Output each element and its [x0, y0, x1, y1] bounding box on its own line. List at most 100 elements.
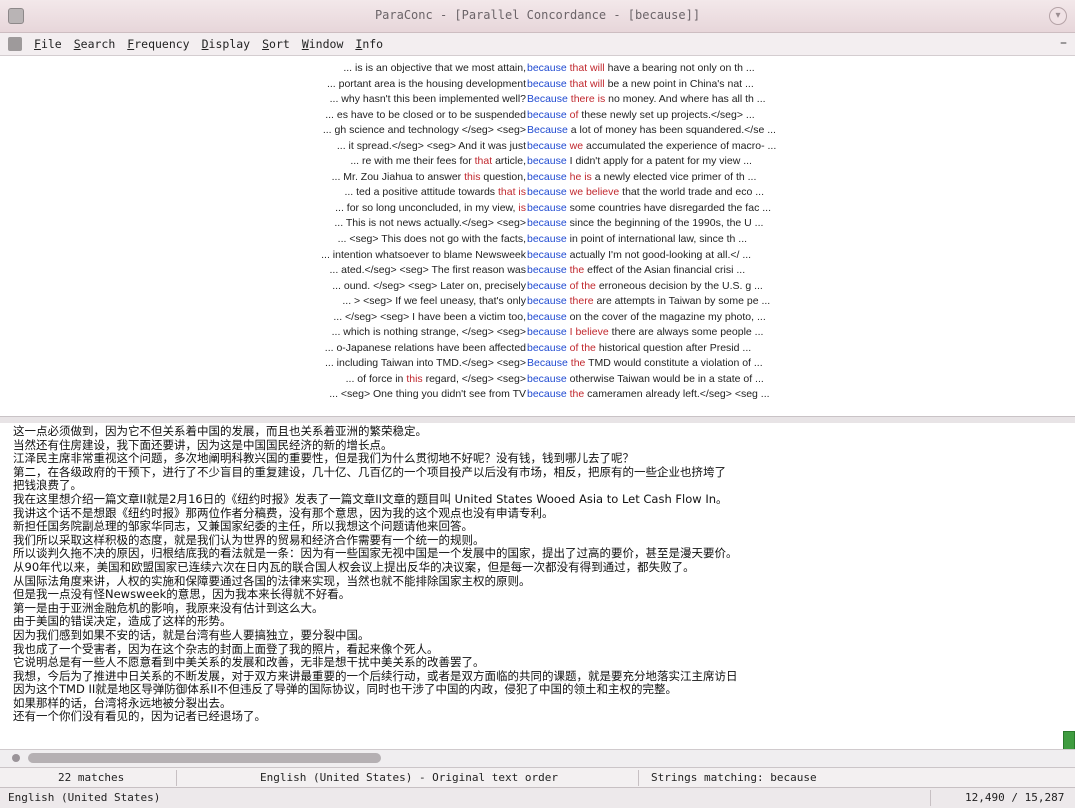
translation-line[interactable]: 新担任国务院副总理的邹家华同志，又兼国家纪委的主任，所以我想这个问题请他来回答。 [13, 520, 1075, 534]
horizontal-scrollbar[interactable] [0, 749, 1075, 767]
collocate: he is [569, 170, 592, 183]
status-divider [176, 770, 177, 786]
keyword: because [527, 139, 567, 152]
menu-accelerator: D [201, 37, 209, 51]
right-text: a lot of money has been squandered.</se … [570, 124, 776, 137]
concordance-line[interactable]: ... portant area is the housing developm… [0, 77, 1075, 93]
translation-line[interactable]: 第二，在各级政府的干预下，进行了不少盲目的重复建设，几十亿、几百亿的一个项目投产… [13, 466, 1075, 480]
translation-line[interactable]: 由于美国的错误决定，造成了这样的形势。 [13, 615, 1075, 629]
minimize-button[interactable]: – [1060, 35, 1067, 51]
concordance-line[interactable]: ... Mr. Zou Jiahua to answer this questi… [0, 170, 1075, 186]
left-text: ... portant area is the housing developm… [326, 77, 526, 90]
right-context: because I believe there are always some … [527, 325, 763, 341]
collocate: we [569, 139, 584, 152]
document-icon[interactable] [8, 37, 22, 51]
concordance-line[interactable]: ... </seg> <seg> I have been a victim to… [0, 310, 1075, 326]
concordance-line[interactable]: ... This is not news actually.</seg> <se… [0, 216, 1075, 232]
translation-line[interactable]: 江泽民主席非常重视这个问题，多次地阐明科教兴国的重要性，但是我们为什么贯彻地不好… [13, 452, 1075, 466]
left-context: ... This is not news actually.</seg> <se… [334, 216, 526, 232]
concordance-line[interactable]: ... re with me their fees for that artic… [0, 154, 1075, 170]
concordance-line[interactable]: ... is is an objective that we most atta… [0, 61, 1075, 77]
menu-item[interactable]: Display [202, 37, 250, 51]
concordance-line[interactable]: ... es have to be closed or to be suspen… [0, 108, 1075, 124]
right-text: some countries have disregarded the fac … [569, 201, 771, 214]
concordance-line[interactable]: ... ound. </seg> <seg> Later on, precise… [0, 279, 1075, 295]
menu-item[interactable]: File [34, 37, 62, 51]
window-control-icon[interactable]: ▾ [1049, 7, 1067, 25]
translation-line[interactable]: 我也成了一个受害者，因为在这个杂志的封面上面登了我的照片，看起来像个死人。 [13, 643, 1075, 657]
left-text: ... es have to be closed or to be suspen… [325, 108, 526, 121]
concordance-line[interactable]: ... gh science and technology </seg> <se… [0, 123, 1075, 139]
translation-line[interactable]: 我想，今后为了推进中日关系的不断发展，对于双方来讲最重要的一个后续行动，或者是双… [13, 670, 1075, 684]
concordance-line[interactable]: ... <seg> One thing you didn't see from … [0, 387, 1075, 403]
left-context: ... re with me their fees for that artic… [350, 154, 526, 170]
right-text: effect of the Asian financial crisi ... [587, 264, 746, 277]
translation-line[interactable]: 因为这个TMD II就是地区导弹防御体系II不但违反了导弹的国际协议，同时也干涉… [13, 683, 1075, 697]
menu-item[interactable]: Sort [262, 37, 290, 51]
collocate: the [569, 264, 585, 277]
translation-line[interactable]: 当然还有住房建设，我下面还要讲，因为这是中国国民经济的新的增长点。 [13, 439, 1075, 453]
translation-line[interactable]: 把钱浪费了。 [13, 479, 1075, 493]
side-toggle-button[interactable] [1063, 731, 1075, 749]
translation-line[interactable]: 所以谈判久拖不决的原因，归根结底我的看法就是一条：因为有一些国家无视中国是一个发… [13, 547, 1075, 561]
translation-line[interactable]: 我在这里想介绍一篇文章II就是2月16日的《纽约时报》发表了一篇文章II文章的题… [13, 493, 1075, 507]
concordance-line[interactable]: ... why hasn't this been implemented wel… [0, 92, 1075, 108]
concordance-line[interactable]: ... for so long unconcluded, in my view,… [0, 201, 1075, 217]
left-text: ... of force in [345, 372, 404, 385]
concordance-line[interactable]: ... including Taiwan into TMD.</seg> <se… [0, 356, 1075, 372]
right-context: because otherwise Taiwan would be in a s… [527, 372, 764, 388]
translation-line[interactable]: 我讲这个话不是想跟《纽约时报》那两位作者分稿费，没有那个意思，因为我的这个观点也… [13, 507, 1075, 521]
right-text: TMD would constitute a violation of ... [588, 357, 763, 370]
menu-item[interactable]: Window [302, 37, 344, 51]
concordance-line[interactable]: ... ated.</seg> <seg> The first reason w… [0, 263, 1075, 279]
translation-line[interactable]: 但是我一点没有怪Newsweek的意思，因为我本来长得就不好看。 [13, 588, 1075, 602]
concordance-line[interactable]: ... of force in this regard, </seg> <seg… [0, 372, 1075, 388]
concordance-line[interactable]: ... ted a positive attitude towards that… [0, 185, 1075, 201]
translation-line[interactable]: 这一点必须做到，因为它不但关系着中国的发展，而且也关系着亚洲的繁荣稳定。 [13, 425, 1075, 439]
menu-item[interactable]: Info [355, 37, 383, 51]
right-text: accumulated the experience of macro- ... [585, 139, 777, 152]
concordance-line[interactable]: ... which is nothing strange, </seg> <se… [0, 325, 1075, 341]
left-tail: article, [492, 155, 526, 168]
right-text: no money. And where has all th ... [608, 93, 766, 106]
translation-line[interactable]: 我们所以采取这样积极的态度，就是我们认为世界的贸易和经济合作需要有一个统一的规则… [13, 534, 1075, 548]
left-text: ... ated.</seg> <seg> The first reason w… [329, 264, 526, 277]
translation-pane[interactable]: 这一点必须做到，因为它不但关系着中国的发展，而且也关系着亚洲的繁荣稳定。 当然还有… [0, 423, 1075, 749]
keyword: because [527, 341, 567, 354]
concordance-line[interactable]: ... o-Japanese relations have been affec… [0, 341, 1075, 357]
concordance-line[interactable]: ... > <seg> If we feel uneasy, that's on… [0, 294, 1075, 310]
menu-item[interactable]: Search [74, 37, 116, 51]
concordance-line[interactable]: ... it spread.</seg> <seg> And it was ju… [0, 139, 1075, 155]
translation-line[interactable]: 还有一个你们没有看见的，因为记者已经退场了。 [13, 710, 1075, 724]
scrollbar-thumb[interactable] [28, 753, 381, 763]
scroll-left-icon[interactable] [12, 754, 20, 762]
right-context: Because there is no money. And where has… [527, 92, 766, 108]
left-context: ... of force in this regard, </seg> <seg… [346, 372, 526, 388]
left-text: ... which is nothing strange, </seg> <se… [331, 326, 526, 339]
left-text: ... it spread.</seg> <seg> And it was ju… [336, 139, 526, 152]
concordance-pane[interactable]: ... is is an objective that we most atta… [0, 56, 1075, 416]
left-context: ... <seg> This does not go with the fact… [338, 232, 526, 248]
left-text: ... ound. </seg> <seg> Later on, precise… [332, 279, 526, 292]
left-tail: regard, </seg> <seg> [422, 372, 526, 385]
right-context: because the effect of the Asian financia… [527, 263, 745, 279]
translation-line[interactable]: 如果那样的话，台湾将永远地被分裂出去。 [13, 697, 1075, 711]
keyword: because [527, 108, 567, 121]
concordance-line[interactable]: ... <seg> This does not go with the fact… [0, 232, 1075, 248]
keyword: because [527, 248, 567, 261]
left-text: ... gh science and technology </seg> <se… [322, 124, 526, 137]
keyword: Because [527, 357, 568, 370]
right-context: because of the historical question after… [527, 341, 751, 357]
concordance-line[interactable]: ... intention whatsoever to blame Newswe… [0, 248, 1075, 264]
translation-line[interactable]: 它说明总是有一些人不愿意看到中美关系的发展和改善，无非是想干扰中美关系的改善罢了… [13, 656, 1075, 670]
translation-line[interactable]: 从90年代以来，美国和欧盟国家已连续六次在日内瓦的联合国人权会议上提出反华的决议… [13, 561, 1075, 575]
menu-item[interactable]: Frequency [127, 37, 189, 51]
translation-line[interactable]: 从国际法角度来讲，人权的实施和保障要通过各国的法律来实现，当然也就不能排除国家主… [13, 575, 1075, 589]
left-text: ... intention whatsoever to blame Newswe… [321, 248, 526, 261]
translation-line[interactable]: 因为我们感到如果不安的话，就是台湾有些人要搞独立，要分裂中国。 [13, 629, 1075, 643]
left-context: ... for so long unconcluded, in my view,… [335, 201, 526, 217]
translation-line[interactable]: 第一是由于亚洲金融危机的影响，我原来没有估计到这么大。 [13, 602, 1075, 616]
right-context: because that will have a bearing not onl… [527, 61, 755, 77]
right-context: because there are attempts in Taiwan by … [527, 294, 770, 310]
left-context: ... <seg> One thing you didn't see from … [329, 387, 526, 403]
